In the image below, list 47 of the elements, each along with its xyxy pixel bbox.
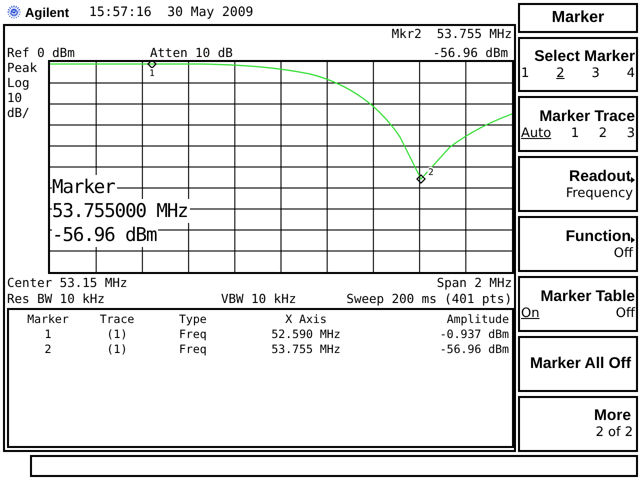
reference-level: Ref 0 dBm xyxy=(7,45,76,60)
marker-diamond-icon xyxy=(416,174,426,184)
table-cell-text: (1) xyxy=(106,327,128,342)
marker-overlay-text: -56.96 dBm xyxy=(52,223,158,247)
resolution-bandwidth: Res BW 10 kHz xyxy=(7,291,106,308)
table-cell-text: Freq xyxy=(178,342,208,357)
column-header: Type xyxy=(178,312,208,327)
table-cell-text: 2 xyxy=(44,342,52,357)
marker-number: 2 xyxy=(428,168,434,178)
scale-label: dB/ xyxy=(7,105,31,120)
center-frequency: Center 53.15 MHz xyxy=(7,275,128,291)
table-cell-text: (1) xyxy=(106,342,128,357)
marker-overlay-text: Marker xyxy=(52,175,117,199)
span-value: Span 2 MHz xyxy=(436,275,512,291)
marker-overlay-text: 53.755000 MHz xyxy=(52,199,190,223)
softkey-button[interactable]: Readout Frequency xyxy=(518,156,638,212)
submenu-arrow-icon xyxy=(631,176,635,183)
date-time: 15:57:16 30 May 2009 xyxy=(89,4,254,20)
table-cell-text: -0.937 dBm xyxy=(438,327,509,342)
sweep-time: Sweep 200 ms (401 pts) xyxy=(346,291,512,308)
attenuation: Atten 10 dB xyxy=(150,45,234,60)
column-header: Marker xyxy=(26,312,70,327)
video-bandwidth: VBW 10 kHz xyxy=(221,291,298,308)
scale-label: Peak xyxy=(7,60,38,75)
softkey-button[interactable]: Marker Trace Auto 1 2 3 xyxy=(518,96,638,152)
softkey-button[interactable]: Marker Table On Off xyxy=(518,276,638,332)
scale-label: Log xyxy=(7,75,31,90)
table-cell-text: 1 xyxy=(44,327,52,342)
table-cell-text: Freq xyxy=(178,327,208,342)
table-cell-text: 52.590 MHz xyxy=(270,327,342,342)
scale-label: 10 xyxy=(7,90,24,105)
softkey-button[interactable]: Function Off xyxy=(518,216,638,272)
column-header: Amplitude xyxy=(446,312,509,327)
marker-readout: Mkr2 53.755 MHz xyxy=(392,26,512,42)
table-cell-text: -56.96 dBm xyxy=(438,342,509,357)
marker-number: 1 xyxy=(149,69,155,79)
submenu-arrow-icon xyxy=(631,236,635,243)
softkey-button[interactable]: More 2 of 2 xyxy=(518,396,638,452)
column-header: X Axis xyxy=(284,312,328,327)
column-header: Trace xyxy=(98,312,136,327)
softkey-button[interactable]: Marker All Off xyxy=(518,336,638,392)
softkey-button[interactable]: Select Marker 1 2 3 4 xyxy=(518,36,638,92)
starburst-logo-icon xyxy=(7,5,21,19)
menu-title: Marker xyxy=(518,3,638,32)
brand-name: Agilent xyxy=(25,4,70,20)
marker-amplitude: -56.96 dBm xyxy=(432,45,509,60)
table-cell-text: 53.755 MHz xyxy=(270,342,342,357)
